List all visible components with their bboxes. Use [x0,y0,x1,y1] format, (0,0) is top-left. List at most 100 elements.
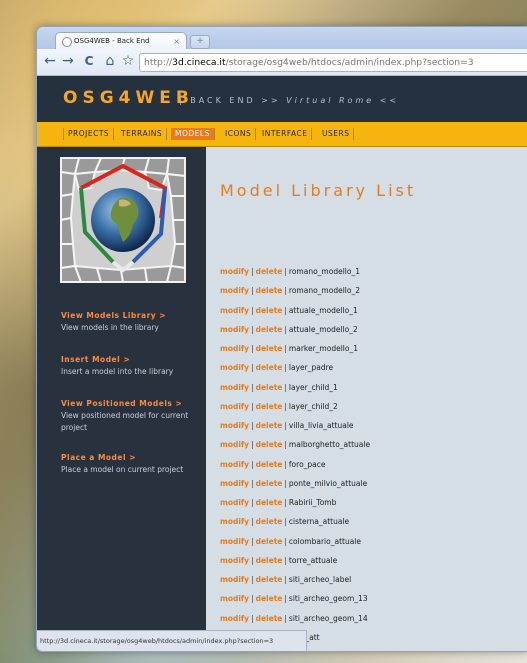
delete-link[interactable]: delete [256,306,283,315]
delete-link[interactable]: delete [256,575,283,584]
delete-link[interactable]: delete [256,537,283,546]
separator: | [284,498,287,507]
modify-link[interactable]: modify [220,460,249,469]
modify-link[interactable]: modify [220,383,249,392]
model-name: torre_attuale [288,556,338,565]
sidebar-item-place-model: Place a Model > Place a model on current… [61,452,206,476]
menu-users[interactable]: USERS [318,128,355,140]
home-icon[interactable]: ⌂ [102,53,118,70]
delete-link[interactable]: delete [256,479,283,488]
model-row: modify | delete | layer_child_2 [220,401,338,413]
separator: | [251,575,254,584]
back-arrow-icon[interactable]: ← [43,53,57,70]
model-name: romano_modello_2 [288,286,360,295]
modify-link[interactable]: modify [220,498,249,507]
delete-link[interactable]: delete [256,286,283,295]
modify-link[interactable]: modify [220,325,249,334]
view-positioned-models-desc: View positioned model for current projec… [61,411,189,432]
separator: | [251,286,254,295]
modify-link[interactable]: modify [220,344,249,353]
modify-link[interactable]: modify [220,479,249,488]
separator: | [251,402,254,411]
delete-link[interactable]: delete [256,556,283,565]
model-name: layer_padre [288,363,334,372]
browser-tab[interactable]: OSG4WEB - Back End × [55,32,187,50]
delete-link[interactable]: delete [256,460,283,469]
delete-link[interactable]: delete [256,421,283,430]
modify-link[interactable]: modify [220,594,249,603]
menu-icons[interactable]: ICONS [221,128,257,140]
model-row: modify | delete | colombario_attuale [220,536,361,548]
modify-link[interactable]: modify [220,363,249,372]
reload-icon[interactable]: C [82,53,96,70]
model-row: modify | delete | layer_padre [220,362,333,374]
modify-link[interactable]: modify [220,517,249,526]
delete-link[interactable]: delete [256,517,283,526]
separator: | [284,556,287,565]
modify-link[interactable]: modify [220,575,249,584]
view-positioned-models-link[interactable]: View Positioned Models > [61,398,206,410]
separator: | [284,614,287,623]
modify-link[interactable]: modify [220,267,249,276]
delete-link[interactable]: delete [256,383,283,392]
address-bar[interactable]: http://3d.cineca.it/storage/osg4web/htdo… [139,53,527,72]
forward-arrow-icon[interactable]: → [61,53,75,70]
insert-model-link[interactable]: Insert Model > [61,354,206,366]
view-models-library-link[interactable]: View Models Library > [61,310,206,322]
separator: | [284,594,287,603]
model-name: siti_archeo_geom_13 [288,594,368,603]
separator: | [284,479,287,488]
sidebar-item-view-models: View Models Library > View models in the… [61,310,206,334]
modify-link[interactable]: modify [220,537,249,546]
separator: | [284,363,287,372]
separator: | [251,344,254,353]
place-model-link[interactable]: Place a Model > [61,452,206,464]
new-tab-button[interactable]: + [190,35,210,49]
model-name: villa_livia_attuale [288,421,354,430]
bookmark-star-icon[interactable]: ☆ [121,53,135,70]
delete-link[interactable]: delete [256,594,283,603]
sidebar-item-insert-model: Insert Model > Insert a model into the l… [61,354,206,378]
menu-terrains[interactable]: TERRAINS [117,128,168,140]
separator: | [251,594,254,603]
delete-link[interactable]: delete [256,363,283,372]
delete-link[interactable]: delete [256,498,283,507]
delete-link[interactable]: delete [256,344,283,353]
modify-link[interactable]: modify [220,306,249,315]
menu-projects[interactable]: PROJECTS [63,128,115,140]
separator: | [284,325,287,334]
menu-models[interactable]: MODELS [171,128,215,140]
globe-logo-image [60,157,186,283]
site-tagline: | BACK END >> Virtual Rome << [179,96,400,105]
modify-link[interactable]: modify [220,402,249,411]
delete-link[interactable]: delete [256,267,283,276]
delete-link[interactable]: delete [256,402,283,411]
model-row: modify | delete | siti_archeo_geom_14 [220,613,368,625]
model-row: modify | delete | romano_modello_1 [220,266,360,278]
model-row: modify | delete | Rabirii_Tomb [220,497,336,509]
menu-interface[interactable]: INTERFACE [258,128,313,140]
separator: | [284,575,287,584]
model-row: modify | delete | layer_child_1 [220,382,338,394]
model-name: romano_modello_1 [288,267,360,276]
separator: | [284,306,287,315]
model-row: modify | delete | malborghetto_attuale [220,439,370,451]
modify-link[interactable]: modify [220,556,249,565]
model-name: attuale_modello_2 [288,325,358,334]
delete-link[interactable]: delete [256,614,283,623]
separator: | [284,267,287,276]
separator: | [251,537,254,546]
insert-model-desc: Insert a model into the library [61,367,174,376]
separator: | [284,421,287,430]
modify-link[interactable]: modify [220,614,249,623]
modify-link[interactable]: modify [220,421,249,430]
separator: | [251,556,254,565]
model-name: malborghetto_attuale [288,440,371,449]
place-model-desc: Place a model on current project [61,465,184,474]
modify-link[interactable]: modify [220,440,249,449]
model-row: modify | delete | attuale_modello_1 [220,305,358,317]
modify-link[interactable]: modify [220,286,249,295]
delete-link[interactable]: delete [256,325,283,334]
tab-close-icon[interactable]: × [173,33,180,50]
delete-link[interactable]: delete [256,440,283,449]
